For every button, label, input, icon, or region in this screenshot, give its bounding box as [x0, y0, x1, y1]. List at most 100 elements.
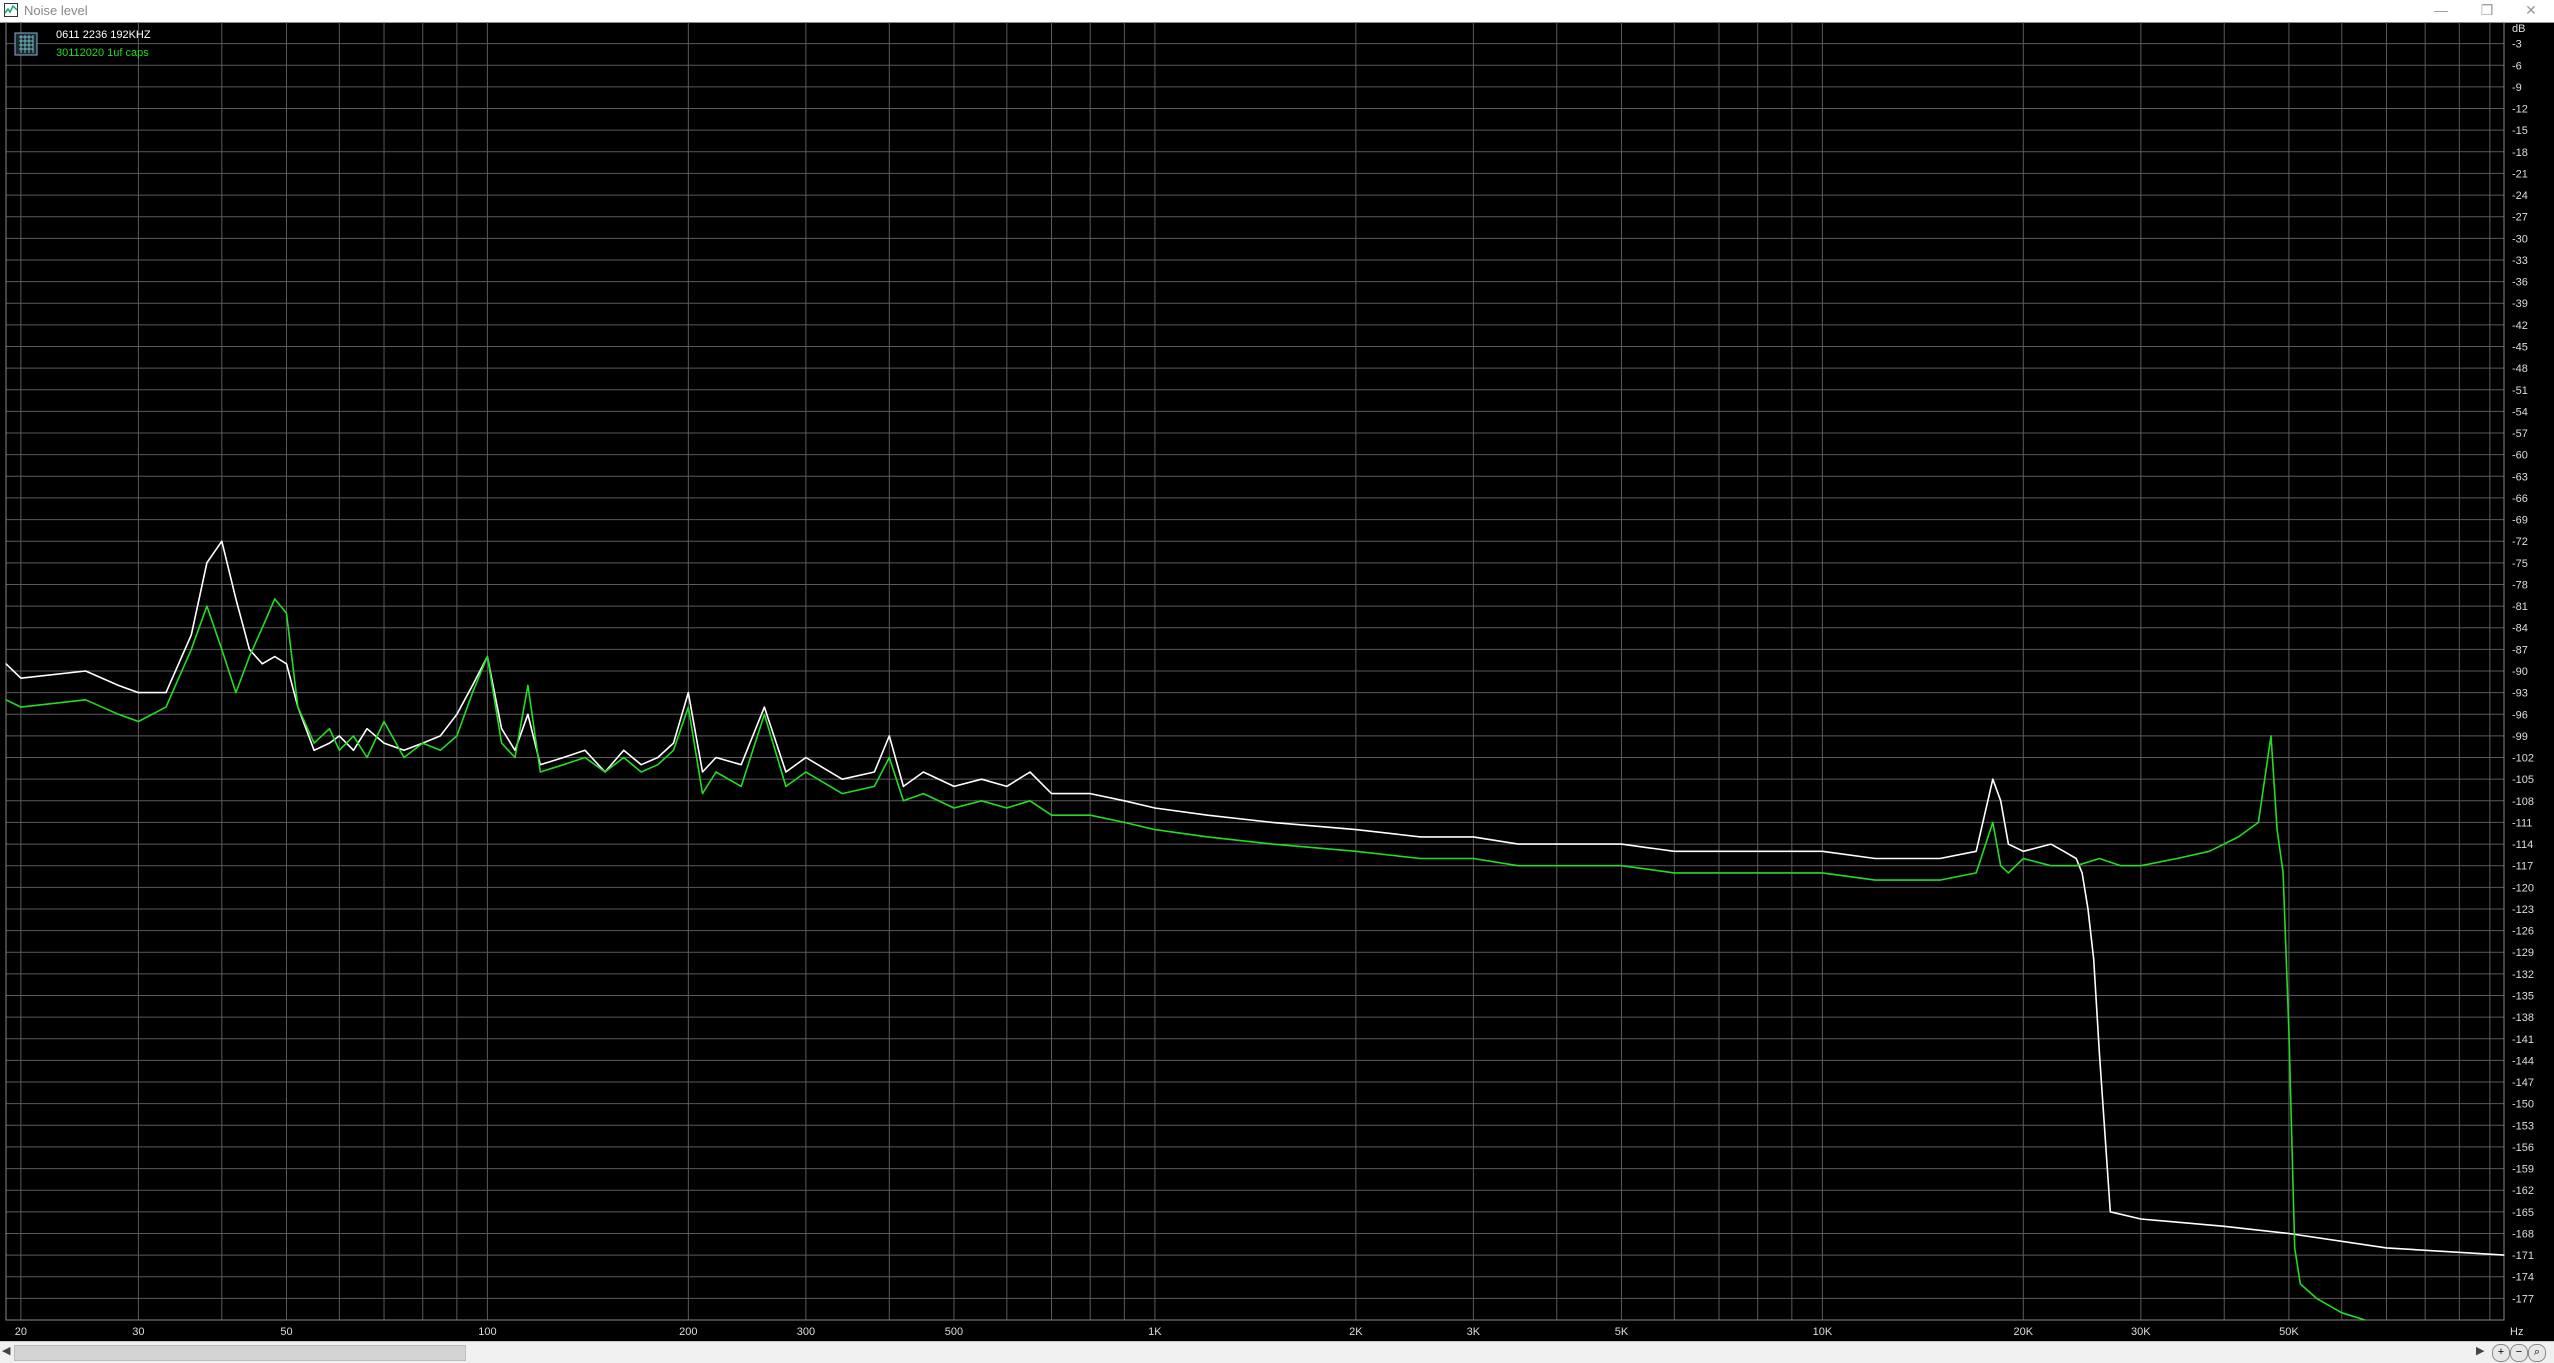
restore-button[interactable]: ❐ [2464, 0, 2510, 22]
data-point [190, 634, 192, 636]
y-tick-label: -36 [2512, 277, 2528, 289]
y-tick-label: -144 [2512, 1055, 2534, 1067]
data-point [763, 713, 766, 715]
title-bar: Noise level — ❐ ✕ [0, 0, 2554, 23]
data-point [980, 778, 983, 780]
data-point [740, 785, 742, 787]
data-point [2341, 1312, 2343, 1314]
data-point [2007, 872, 2010, 874]
data-point [805, 756, 807, 759]
y-tick-label: -117 [2512, 861, 2533, 873]
data-point [84, 699, 87, 701]
minimize-icon: — [2434, 2, 2448, 18]
data-point [235, 692, 237, 694]
y-tick-label: -120 [2512, 882, 2534, 894]
data-point [471, 684, 474, 687]
y-tick-label: -63 [2512, 471, 2528, 483]
app-icon [4, 3, 18, 17]
y-tick-label: -174 [2512, 1272, 2534, 1284]
data-point [2288, 1030, 2290, 1033]
y-tick-label: -75 [2512, 558, 2528, 570]
zoom-in-icon[interactable]: + [2492, 1344, 2510, 1362]
data-point [1271, 821, 1274, 824]
data-point [2270, 735, 2272, 737]
horizontal-scrollbar[interactable]: ◀ ▶ + − ⌕ [0, 1341, 2554, 1363]
data-point [1355, 850, 1357, 852]
data-point [2140, 865, 2142, 867]
y-tick-label: -93 [2512, 688, 2528, 700]
data-point [672, 749, 675, 751]
y-tick-label: -69 [2512, 515, 2528, 527]
data-point [352, 749, 355, 751]
legend-entry-2: 30112020 1uf caps [56, 47, 149, 59]
data-point [1874, 879, 1876, 881]
data-point [1207, 836, 1209, 838]
data-point [366, 756, 368, 759]
data-point [1419, 857, 1422, 860]
data-point [117, 713, 120, 715]
restore-icon: ❐ [2480, 2, 2494, 18]
data-point [657, 764, 659, 766]
data-point [1874, 857, 1876, 860]
data-point [2098, 857, 2100, 860]
data-point [1939, 879, 1941, 881]
y-tick-label: -21 [2512, 168, 2528, 180]
data-point [2109, 1211, 2111, 1213]
y-tick-label: -111 [2512, 817, 2532, 829]
data-point [1419, 836, 1422, 838]
data-point [1029, 800, 1031, 802]
x-tick-label: 200 [679, 1326, 697, 1338]
data-point [2364, 1319, 2366, 1321]
data-point [980, 800, 983, 802]
scroll-left-arrow-icon[interactable]: ◀ [2, 1344, 12, 1360]
y-tick-label: -54 [2512, 406, 2528, 418]
x-axis-unit: Hz [2510, 1326, 2523, 1338]
data-point [2299, 1283, 2301, 1285]
scroll-right-arrow-icon[interactable]: ▶ [2476, 1344, 2486, 1360]
data-point [274, 598, 276, 600]
grid [5, 22, 2505, 1321]
data-point [902, 800, 905, 802]
data-point [527, 684, 529, 687]
y-tick-label: -45 [2512, 342, 2528, 354]
data-point [261, 627, 263, 629]
y-tick-label: -96 [2512, 709, 2528, 721]
data-point [2385, 1247, 2388, 1249]
data-point [1718, 872, 1720, 874]
data-point [2315, 1297, 2318, 1299]
data-point [640, 764, 642, 766]
zoom-reset-icon[interactable]: ⌕ [2528, 1344, 2546, 1362]
y-tick-label: -129 [2512, 947, 2534, 959]
y-tick-label: -15 [2512, 125, 2528, 137]
data-point [1154, 807, 1156, 809]
data-point [623, 749, 625, 751]
window-title: Noise level [24, 3, 88, 18]
data-point [1556, 843, 1558, 845]
data-point [953, 785, 955, 787]
data-point [1154, 829, 1156, 831]
close-button[interactable]: ✕ [2508, 0, 2554, 22]
data-point [922, 771, 925, 773]
data-point [1975, 872, 1977, 874]
data-point [2223, 1225, 2225, 1227]
y-tick-label: -60 [2512, 450, 2528, 462]
data-point [20, 677, 22, 679]
data-point [873, 771, 876, 773]
data-point [562, 756, 565, 759]
y-tick-label: -162 [2512, 1185, 2534, 1197]
minimize-button[interactable]: — [2418, 0, 2464, 22]
data-point [873, 785, 876, 787]
y-tick-label: -135 [2512, 991, 2534, 1003]
y-tick-label: -99 [2512, 731, 2528, 743]
data-point [1556, 865, 1558, 867]
scrollbar-thumb[interactable] [14, 1345, 466, 1361]
data-point [1472, 836, 1474, 838]
data-point [383, 742, 385, 744]
grid-icon[interactable] [14, 32, 38, 56]
x-tick-label: 20K [2014, 1326, 2034, 1338]
data-point [137, 692, 140, 694]
x-tick-label: 10K [1813, 1326, 1833, 1338]
data-point [383, 720, 385, 723]
data-point [2075, 865, 2077, 867]
zoom-out-icon[interactable]: − [2510, 1344, 2528, 1362]
